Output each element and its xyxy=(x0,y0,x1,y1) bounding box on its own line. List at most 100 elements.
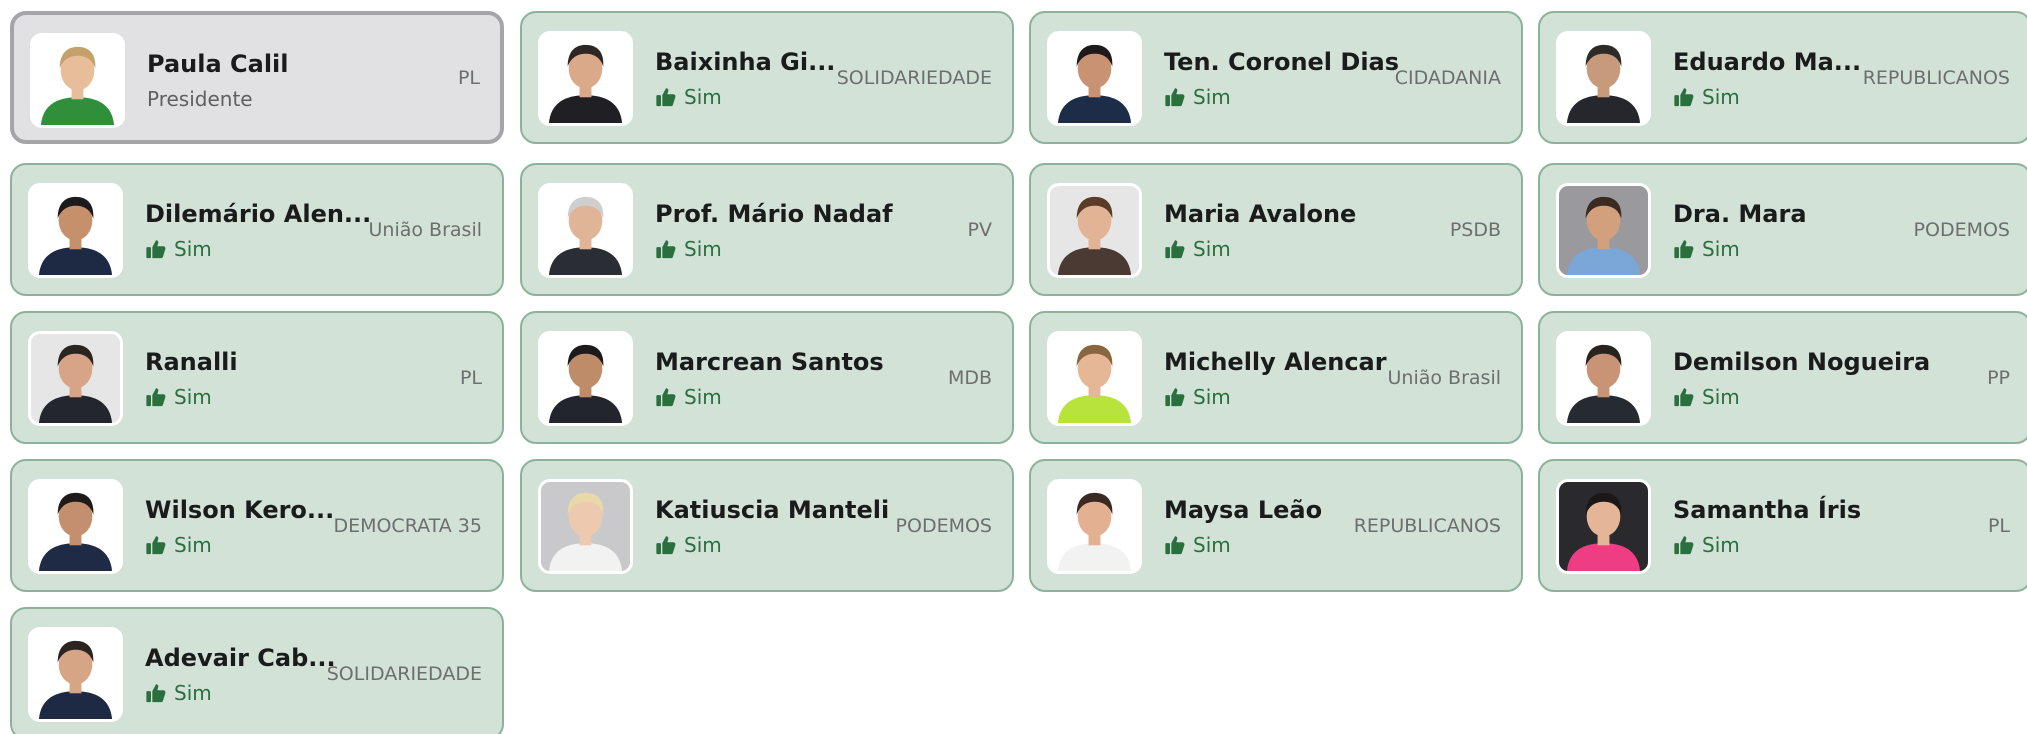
thumbs-up-icon xyxy=(1165,536,1185,555)
thumbs-up-icon xyxy=(146,388,166,407)
vote-label: Sim xyxy=(684,85,722,109)
party-label: PODEMOS xyxy=(895,514,992,537)
member-photo xyxy=(1047,479,1142,574)
party-label: DEMOCRATA 35 xyxy=(333,514,482,537)
member-name: Michelly Alencar xyxy=(1164,348,1387,376)
member-vote-card[interactable]: Eduardo Ma... Sim REPUBLICANOS xyxy=(1538,11,2027,144)
vote-status: Sim xyxy=(655,85,722,109)
portrait-graphic xyxy=(31,334,120,423)
vote-label: Sim xyxy=(174,385,212,409)
member-role: Presidente xyxy=(147,87,253,111)
member-name: Adevair Cab... xyxy=(145,644,336,672)
portrait-graphic xyxy=(1050,186,1139,275)
member-vote-card[interactable]: Marcrean Santos Sim MDB xyxy=(520,311,1014,444)
party-label: PP xyxy=(1987,366,2010,389)
member-photo xyxy=(538,31,633,126)
vote-label: Sim xyxy=(174,533,212,557)
member-vote-card[interactable]: Ten. Coronel Dias Sim CIDADANIA xyxy=(1029,11,1523,144)
vote-label: Sim xyxy=(174,237,212,261)
portrait-graphic xyxy=(1050,334,1139,423)
member-name: Maysa Leão xyxy=(1164,496,1323,524)
portrait-graphic xyxy=(33,36,122,125)
vote-label: Sim xyxy=(1702,533,1740,557)
vote-label: Sim xyxy=(684,237,722,261)
portrait-graphic xyxy=(541,334,630,423)
member-name: Marcrean Santos xyxy=(655,348,884,376)
vote-status: Sim xyxy=(145,385,212,409)
portrait-graphic xyxy=(31,630,120,719)
party-label: PV xyxy=(967,218,992,241)
member-vote-card[interactable]: Dra. Mara Sim PODEMOS xyxy=(1538,163,2027,296)
thumbs-up-icon xyxy=(1165,240,1185,259)
vote-label: Sim xyxy=(1193,237,1231,261)
portrait-graphic xyxy=(1050,34,1139,123)
vote-label: Sim xyxy=(1702,385,1740,409)
thumbs-up-icon xyxy=(1674,536,1694,555)
thumbs-up-icon xyxy=(1165,388,1185,407)
member-photo xyxy=(28,183,123,278)
member-photo xyxy=(538,479,633,574)
vote-status: Sim xyxy=(1673,385,1740,409)
vote-status: Sim xyxy=(1164,385,1231,409)
member-vote-card[interactable]: Baixinha Gi... Sim SOLIDARIEDADE xyxy=(520,11,1014,144)
member-vote-card[interactable]: Michelly Alencar Sim União Brasil xyxy=(1029,311,1523,444)
portrait-graphic xyxy=(1559,186,1648,275)
member-vote-card[interactable]: Prof. Mário Nadaf Sim PV xyxy=(520,163,1014,296)
party-label: União Brasil xyxy=(1387,366,1501,389)
member-photo xyxy=(1556,479,1651,574)
member-vote-card[interactable]: Demilson Nogueira Sim PP xyxy=(1538,311,2027,444)
member-photo xyxy=(1556,331,1651,426)
member-vote-card[interactable]: Ranalli Sim PL xyxy=(10,311,504,444)
member-name: Dra. Mara xyxy=(1673,200,1807,228)
portrait-graphic xyxy=(1559,482,1648,571)
vote-status: Sim xyxy=(655,533,722,557)
thumbs-up-icon xyxy=(656,388,676,407)
member-name: Wilson Kero... xyxy=(145,496,335,524)
member-photo xyxy=(1047,331,1142,426)
portrait-graphic xyxy=(1050,482,1139,571)
member-name: Samantha Íris xyxy=(1673,496,1862,524)
member-name: Maria Avalone xyxy=(1164,200,1357,228)
member-vote-card[interactable]: Maysa Leão Sim REPUBLICANOS xyxy=(1029,459,1523,592)
portrait-graphic xyxy=(541,34,630,123)
member-name: Demilson Nogueira xyxy=(1673,348,1931,376)
party-label: PSDB xyxy=(1449,218,1501,241)
vote-label: Sim xyxy=(1193,385,1231,409)
member-vote-card[interactable]: Dilemário Alen... Sim União Brasil xyxy=(10,163,504,296)
vote-status: Sim xyxy=(145,681,212,705)
council-vote-grid: Paula Calil Presidente PL Baixinha Gi... Sim… xyxy=(0,0,2027,734)
party-label: PL xyxy=(459,366,482,389)
member-vote-card[interactable]: Adevair Cab... Sim SOLIDARIEDADE xyxy=(10,607,504,734)
portrait-graphic xyxy=(31,186,120,275)
member-photo xyxy=(1556,183,1651,278)
member-vote-card[interactable]: Katiuscia Manteli Sim PODEMOS xyxy=(520,459,1014,592)
thumbs-up-icon xyxy=(146,536,166,555)
vote-label: Sim xyxy=(1193,85,1231,109)
member-photo xyxy=(28,331,123,426)
portrait-graphic xyxy=(31,482,120,571)
member-vote-card[interactable]: Samantha Íris Sim PL xyxy=(1538,459,2027,592)
thumbs-up-icon xyxy=(1674,240,1694,259)
thumbs-up-icon xyxy=(656,88,676,107)
vote-status: Sim xyxy=(1673,85,1740,109)
member-vote-card[interactable]: Maria Avalone Sim PSDB xyxy=(1029,163,1523,296)
party-label: SOLIDARIEDADE xyxy=(326,662,482,685)
member-photo xyxy=(1047,31,1142,126)
thumbs-up-icon xyxy=(146,684,166,703)
president-card[interactable]: Paula Calil Presidente PL xyxy=(10,11,504,144)
portrait-graphic xyxy=(1559,334,1648,423)
party-label: SOLIDARIEDADE xyxy=(836,66,992,89)
thumbs-up-icon xyxy=(656,536,676,555)
vote-label: Sim xyxy=(1702,85,1740,109)
party-label: CIDADANIA xyxy=(1394,66,1501,89)
member-name: Paula Calil xyxy=(147,50,289,78)
member-vote-card[interactable]: Wilson Kero... Sim DEMOCRATA 35 xyxy=(10,459,504,592)
vote-status: Sim xyxy=(1164,85,1231,109)
member-name: Prof. Mário Nadaf xyxy=(655,200,893,228)
party-label: PL xyxy=(457,66,480,89)
vote-status: Sim xyxy=(145,533,212,557)
vote-status: Sim xyxy=(1673,237,1740,261)
party-label: PODEMOS xyxy=(1913,218,2010,241)
thumbs-up-icon xyxy=(146,240,166,259)
vote-label: Sim xyxy=(684,385,722,409)
